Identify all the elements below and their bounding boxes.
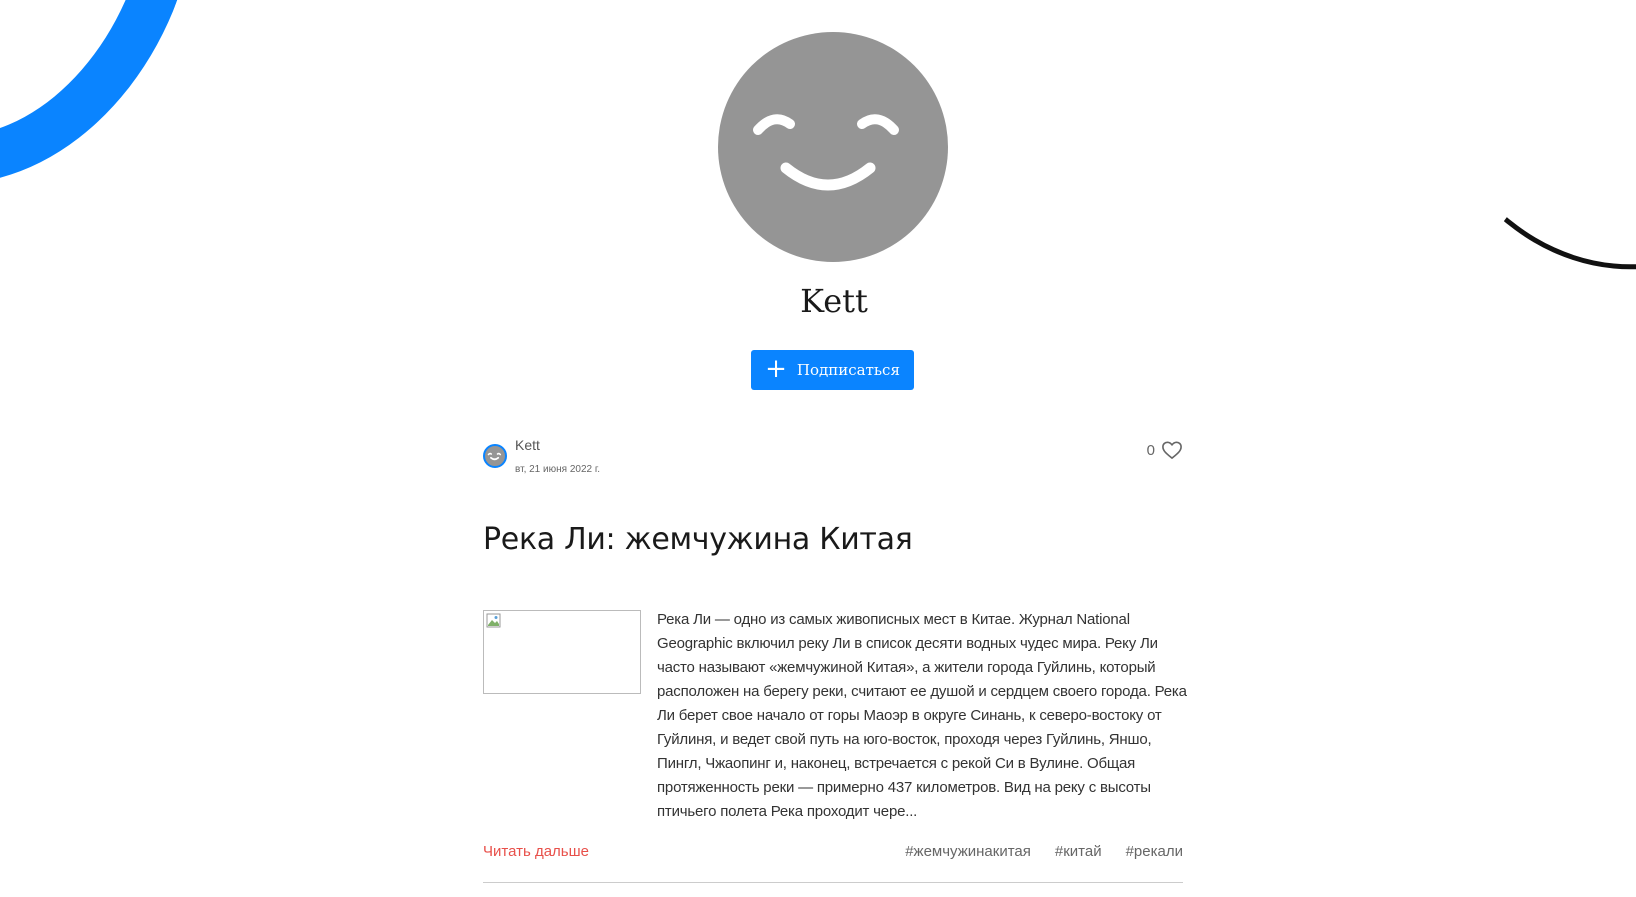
post-thumbnail[interactable] [483, 610, 641, 694]
post-author[interactable]: Kett [515, 437, 540, 453]
post-card: Kett вт, 21 июня 2022 г. 0 Река Ли: жемч… [483, 430, 1187, 883]
post-date: вт, 21 июня 2022 г. [515, 464, 601, 475]
post-excerpt: Река Ли — одно из самых живописных мест … [657, 611, 1187, 820]
follow-button[interactable]: + Подписаться [751, 350, 914, 390]
tag-link[interactable]: #жемчужинакитая [905, 843, 1031, 860]
profile-page: Kett + Подписаться Kett вт, 21 июня 2022… [0, 0, 1636, 897]
post-header: Kett вт, 21 июня 2022 г. 0 [483, 430, 1183, 480]
author-avatar[interactable] [483, 444, 507, 468]
heart-icon[interactable] [1161, 440, 1183, 460]
tag-link[interactable]: #рекали [1126, 843, 1183, 860]
profile-avatar [718, 32, 948, 262]
decorative-black-arc [1377, 0, 1636, 297]
plus-icon: + [765, 353, 787, 384]
smiley-face-icon [487, 452, 502, 461]
read-more-link[interactable]: Читать дальше [483, 843, 589, 860]
likes-count: 0 [1146, 441, 1155, 459]
post-title[interactable]: Река Ли: жемчужина Китая [483, 522, 913, 557]
broken-image-icon [486, 613, 501, 628]
likes: 0 [1147, 440, 1183, 460]
smiley-face-icon [753, 114, 899, 191]
decorative-blue-arc [0, 0, 267, 243]
post-tags: #жемчужинакитая #китай #рекали [905, 843, 1183, 860]
post-divider [483, 882, 1183, 883]
follow-button-label: Подписаться [796, 361, 900, 379]
tag-link[interactable]: #китай [1055, 843, 1102, 860]
profile-name: Kett [800, 282, 868, 320]
